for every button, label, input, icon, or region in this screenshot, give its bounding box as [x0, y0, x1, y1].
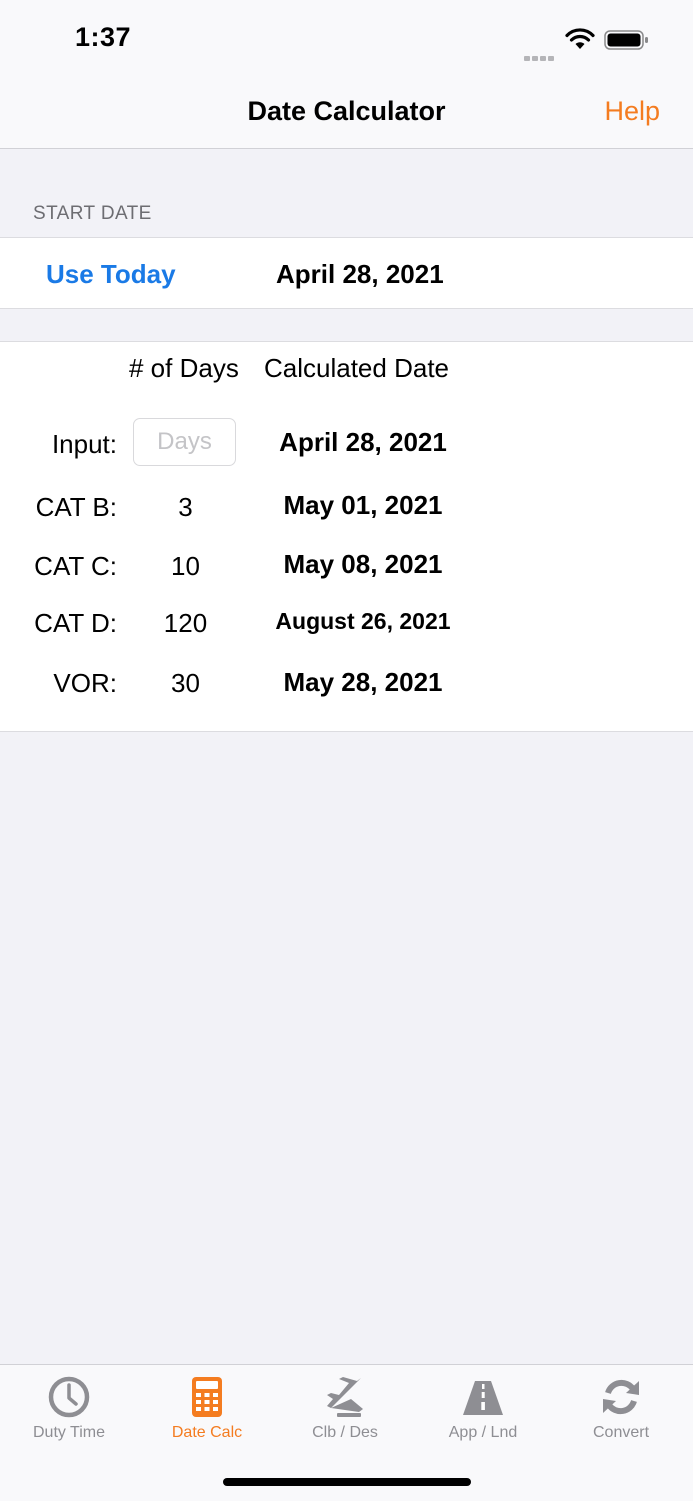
- battery-icon: [604, 30, 648, 50]
- calculated-date-column-header: Calculated Date: [264, 353, 449, 383]
- tab-label: Clb / Des: [312, 1424, 378, 1441]
- days-input[interactable]: [133, 418, 236, 466]
- navigation-bar: Date Calculator Help: [0, 80, 693, 149]
- cat-c-days: 10: [171, 551, 200, 581]
- vor-label: VOR:: [53, 668, 117, 698]
- calculator-icon: [192, 1377, 222, 1417]
- cat-b-label: CAT B:: [35, 492, 117, 522]
- use-today-button[interactable]: Use Today: [46, 259, 176, 290]
- vor-date: May 28, 2021: [283, 667, 443, 697]
- tab-convert[interactable]: Convert: [552, 1365, 690, 1455]
- airplane-icon: [327, 1377, 363, 1417]
- page-title: Date Calculator: [247, 96, 446, 126]
- cat-d-days: 120: [163, 608, 208, 638]
- cat-b-days: 3: [178, 492, 193, 522]
- runway-icon: [463, 1381, 503, 1415]
- vor-days: 30: [171, 668, 200, 698]
- calculation-panel: # of Days Calculated Date Input: April 2…: [0, 341, 693, 732]
- start-date-header: START DATE: [33, 203, 152, 224]
- status-bar: 1:37: [0, 0, 693, 80]
- tab-duty-time[interactable]: Duty Time: [0, 1365, 138, 1455]
- home-indicator[interactable]: [223, 1478, 471, 1486]
- cat-d-date: August 26, 2021: [275, 608, 451, 634]
- refresh-icon: [603, 1379, 639, 1415]
- start-date-row: Use Today April 28, 2021: [0, 237, 693, 309]
- cellular-signal-icon: [524, 43, 556, 61]
- cat-c-label: CAT C:: [34, 551, 117, 581]
- tab-label: Duty Time: [32, 1424, 105, 1441]
- cat-d-label: CAT D:: [34, 608, 117, 638]
- cat-c-date: May 08, 2021: [283, 549, 443, 579]
- input-label: Input:: [51, 429, 117, 459]
- days-column-header: # of Days: [129, 353, 239, 383]
- start-date-picker[interactable]: April 28, 2021: [276, 259, 444, 290]
- tab-label: Convert: [592, 1424, 650, 1441]
- status-time: 1:37: [75, 22, 132, 52]
- input-calculated-date: April 28, 2021: [279, 427, 447, 457]
- tab-date-calc[interactable]: Date Calc: [138, 1365, 276, 1455]
- tab-approach-landing[interactable]: App / Lnd: [414, 1365, 552, 1455]
- clock-icon: [48, 1376, 90, 1418]
- help-button[interactable]: Help: [604, 96, 660, 127]
- cat-b-date: May 01, 2021: [283, 490, 443, 520]
- tab-climb-descent[interactable]: Clb / Des: [276, 1365, 414, 1455]
- tab-label: App / Lnd: [448, 1424, 518, 1441]
- tab-label: Date Calc: [171, 1424, 243, 1441]
- wifi-icon: [565, 28, 595, 49]
